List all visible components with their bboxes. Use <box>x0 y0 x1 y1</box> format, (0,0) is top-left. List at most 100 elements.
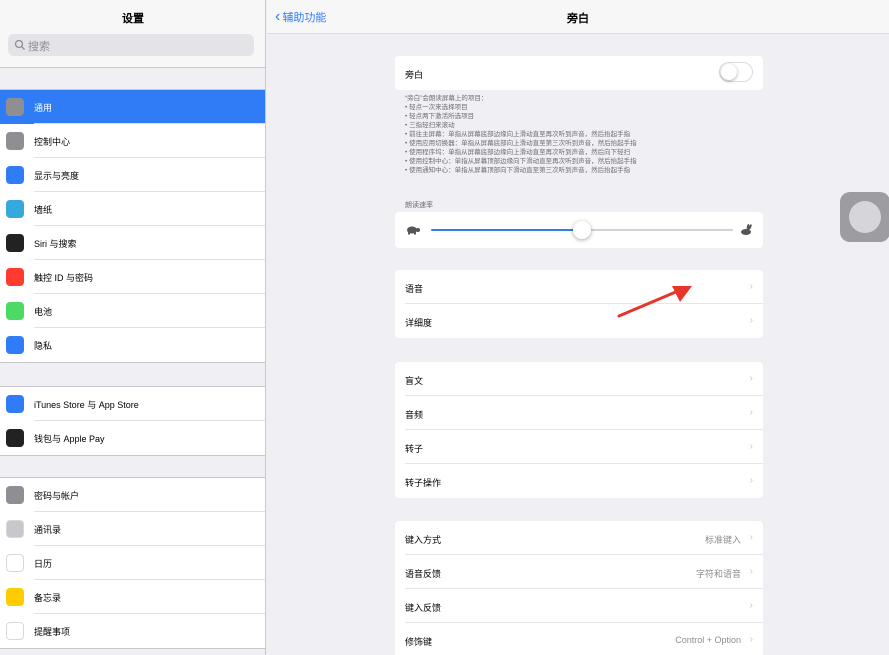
settings-row[interactable]: 语音 › <box>395 270 763 304</box>
sidebar-item[interactable]: 提醒事项 <box>0 614 265 648</box>
sidebar-group-accounts: 密码与帐户通讯录日历备忘录提醒事项 <box>0 477 265 649</box>
settings-row[interactable]: 转子 › <box>395 430 763 464</box>
description-line: “旁白”会朗读屏幕上的项目： <box>405 95 488 102</box>
settings-row[interactable]: 修饰键 Control + Option › <box>395 623 763 655</box>
voiceover-label: 旁白 <box>405 70 424 80</box>
slider-fill <box>431 229 582 231</box>
search-field[interactable]: 搜索 <box>8 34 254 56</box>
sidebar-item[interactable]: 备忘录 <box>0 580 265 614</box>
row-label: 详细度 <box>405 318 433 328</box>
row-label: 转子 <box>405 444 424 454</box>
voiceover-row: 旁白 <box>395 56 763 90</box>
row-label: 盲文 <box>405 376 424 386</box>
sidebar-item[interactable]: 通讯录 <box>0 512 265 546</box>
sidebar-item-label: iTunes Store 与 App Store <box>34 399 139 410</box>
description-line: • 使用通知中心：单指从屏幕顶部向下滑动直至第三次听到声音，然后抬起手指 <box>405 167 631 174</box>
row-label: 键入反馈 <box>405 603 442 613</box>
sidebar-item[interactable]: 显示与亮度 <box>0 158 265 192</box>
sidebar-group-store: iTunes Store 与 App Store 钱包与 Apple Pay <box>0 386 265 456</box>
page-title: 旁白 <box>567 13 589 25</box>
sidebar-item[interactable]: 密码与帐户 <box>0 478 265 512</box>
assistive-touch-inner <box>849 201 881 233</box>
app-store-icon <box>6 395 24 413</box>
description-line: • 轻点两下激活所选项目 <box>405 113 475 120</box>
key-icon <box>6 486 24 504</box>
settings-row[interactable]: 详细度 › <box>395 304 763 338</box>
search-placeholder: 搜索 <box>28 41 50 53</box>
chevron-right-icon: › <box>749 600 753 611</box>
sidebar-item-label: 通用 <box>34 102 53 113</box>
sidebar-title: 设置 <box>122 13 144 25</box>
voiceover-card: 旁白 <box>395 56 763 90</box>
row-label: 音频 <box>405 410 424 420</box>
chevron-right-icon: › <box>749 634 753 645</box>
slider-thumb[interactable] <box>573 221 591 239</box>
sidebar-item-label: 隐私 <box>34 340 53 351</box>
wallet-icon <box>6 429 24 447</box>
calendar-icon <box>6 554 24 572</box>
toggle-knob <box>721 64 737 80</box>
sidebar-item-label: 通讯录 <box>34 524 62 535</box>
sidebar-item[interactable]: 钱包与 Apple Pay <box>0 421 265 455</box>
row-label: 转子操作 <box>405 478 442 488</box>
sidebar-item-label: 密码与帐户 <box>34 490 80 501</box>
wallpaper-icon <box>6 200 24 218</box>
settings-row[interactable]: 盲文 › <box>395 362 763 396</box>
row-value: 字符和语音 <box>695 569 741 579</box>
row-label: 语音反馈 <box>405 569 442 579</box>
braille-section: 盲文 › 音频 › 转子 › 转子操作 › <box>395 362 763 498</box>
speaking-rate-slider[interactable] <box>431 221 733 239</box>
sidebar-item-label: 钱包与 Apple Pay <box>34 433 105 444</box>
sidebar-item-label: 显示与亮度 <box>34 170 80 181</box>
battery-icon <box>6 302 24 320</box>
sidebar-item[interactable]: 日历 <box>0 546 265 580</box>
control-center-icon <box>6 132 24 150</box>
description-line: • 使用应用切换器：单指从屏幕底部向上滑动直至第三次听到声音，然后抬起手指 <box>405 140 637 147</box>
sidebar-item[interactable]: 墙纸 <box>0 192 265 226</box>
sidebar-item-label: 触控 ID 与密码 <box>34 272 94 283</box>
detail-pane: ‹ 辅助功能 旁白 旁白 “旁白”会朗读屏幕上的项目： • 轻点一次来选择项目 • … <box>267 0 889 655</box>
sidebar-item[interactable]: 控制中心 <box>0 124 265 158</box>
description-line: • 三指轻扫来滚动 <box>405 122 455 129</box>
sidebar-item-label: 日历 <box>34 558 53 569</box>
chevron-right-icon: › <box>749 281 753 292</box>
sidebar-item[interactable]: 通用 <box>0 90 265 124</box>
speech-section: 语音 › 详细度 › <box>395 270 763 338</box>
sidebar-item[interactable]: iTunes Store 与 App Store <box>0 387 265 421</box>
sidebar-item-label: 备忘录 <box>34 592 62 603</box>
annotation-arrow <box>617 286 692 318</box>
settings-row[interactable]: 键入反馈 › <box>395 589 763 623</box>
chevron-right-icon: › <box>749 407 753 418</box>
typing-section: 键入方式 标准键入 › 语音反馈 字符和语音 › 键入反馈 › 修饰键 Control + Opt… <box>395 521 763 655</box>
settings-row[interactable]: 音频 › <box>395 396 763 430</box>
row-label: 键入方式 <box>405 535 442 545</box>
sidebar-item[interactable]: 触控 ID 与密码 <box>0 260 265 294</box>
sidebar-item[interactable]: 隐私 <box>0 328 265 362</box>
reminders-icon <box>6 622 24 640</box>
sidebar-item[interactable]: Siri 与搜索 <box>0 226 265 260</box>
sidebar-item-label: 控制中心 <box>34 136 71 147</box>
voiceover-toggle[interactable] <box>719 62 753 82</box>
search-icon <box>14 39 25 50</box>
fingerprint-icon <box>6 268 24 286</box>
sidebar-item[interactable]: 电池 <box>0 294 265 328</box>
contacts-icon <box>6 520 24 538</box>
display-icon <box>6 166 24 184</box>
voiceover-description: “旁白”会朗读屏幕上的项目： • 轻点一次来选择项目 • 轻点两下激活所选项目 • 三… <box>405 94 765 175</box>
speaking-rate-card <box>395 212 763 248</box>
sidebar-group-system: 通用控制中心显示与亮度墙纸 Siri 与搜索触控 ID 与密码电池隐私 <box>0 89 265 363</box>
settings-row[interactable]: 键入方式 标准键入 › <box>395 521 763 555</box>
assistive-touch-button[interactable] <box>840 192 889 242</box>
settings-row[interactable]: 转子操作 › <box>395 464 763 498</box>
row-value: Control + Option <box>675 635 741 645</box>
hare-icon <box>741 224 752 235</box>
row-label: 语音 <box>405 284 424 294</box>
navigation-bar: ‹ 辅助功能 旁白 <box>267 0 889 34</box>
description-line: • 使用程序坞：单指从屏幕底部边缘向上滑动直至再次听到声音，然后向下轻扫 <box>405 149 631 156</box>
turtle-icon <box>407 226 420 235</box>
description-line: • 前往主屏幕：单指从屏幕底部边缘向上滑动直至再次听到声音，然后抬起手指 <box>405 131 631 138</box>
row-label: 修饰键 <box>405 637 433 647</box>
sidebar-item-label: 提醒事项 <box>34 626 71 637</box>
sidebar-header: 设置 搜索 <box>0 0 265 68</box>
settings-row[interactable]: 语音反馈 字符和语音 › <box>395 555 763 589</box>
